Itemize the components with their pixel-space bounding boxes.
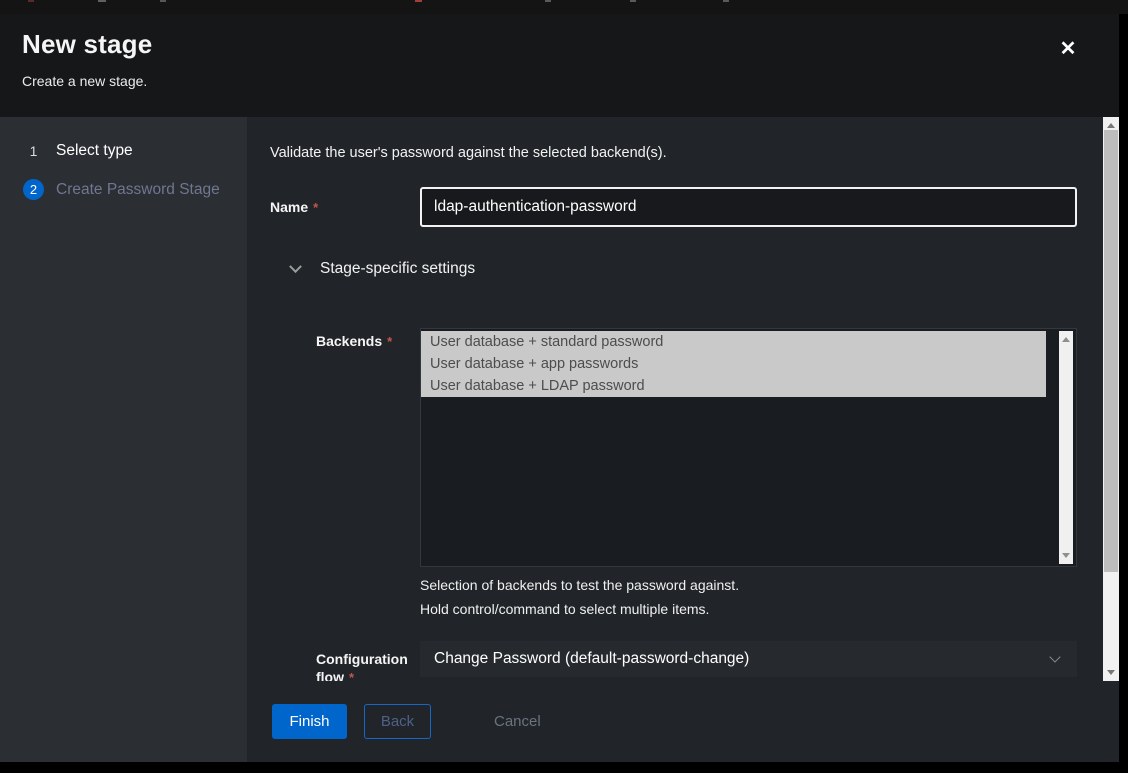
backdrop-page-edge	[0, 0, 1128, 14]
selected-flow-value: Change Password (default-password-change…	[434, 650, 749, 668]
backends-help-text: Selection of backends to test the passwo…	[420, 577, 1077, 593]
scroll-up-icon[interactable]	[1107, 123, 1115, 128]
page-title: New stage	[22, 29, 1097, 60]
backdrop-artifact	[723, 0, 729, 2]
name-label: Name	[270, 199, 308, 215]
close-icon[interactable]: ✕	[1055, 36, 1081, 62]
backdrop-artifact	[630, 0, 636, 2]
step-label: Create Password Stage	[56, 181, 220, 199]
step-label: Select type	[56, 142, 133, 160]
caret-down-icon	[1049, 651, 1060, 662]
backends-label-box: Backends *	[316, 328, 420, 567]
name-form-row: Name *	[270, 187, 1077, 228]
name-input[interactable]	[420, 187, 1077, 227]
scrollbar-thumb[interactable]	[1104, 130, 1118, 572]
stage-description: Validate the user's password against the…	[270, 145, 1077, 161]
back-button[interactable]: Back	[364, 704, 431, 739]
backdrop-artifact	[28, 0, 34, 2]
backends-form-row: Backends * User database + standard passw…	[316, 328, 1077, 567]
modal-body: 1 Select type 2 Create Password Stage Va…	[0, 117, 1119, 762]
wizard-main-panel: Validate the user's password against the…	[247, 117, 1119, 762]
required-asterisk: *	[349, 670, 354, 681]
backdrop-artifact	[98, 0, 106, 2]
backend-option-selected[interactable]: User database + LDAP password	[421, 375, 1046, 397]
listbox-scrollbar[interactable]	[1059, 331, 1073, 564]
cancel-link[interactable]: Cancel	[494, 713, 541, 730]
backends-help-text: Hold control/command to select multiple …	[420, 601, 1077, 617]
wizard-sidebar: 1 Select type 2 Create Password Stage	[0, 117, 247, 762]
finish-button[interactable]: Finish	[272, 704, 347, 739]
backend-option-selected[interactable]: User database + standard password	[421, 331, 1046, 353]
backend-option-selected[interactable]: User database + app passwords	[421, 353, 1046, 375]
new-stage-modal: New stage Create a new stage. ✕ 1 Select…	[0, 14, 1119, 762]
name-label-box: Name *	[270, 187, 420, 228]
backdrop-artifact	[160, 0, 166, 2]
backends-label: Backends	[316, 333, 382, 349]
backdrop-artifact	[415, 0, 422, 2]
form-scroll-area: Validate the user's password against the…	[247, 117, 1103, 681]
chevron-down-icon	[289, 260, 302, 273]
configuration-flow-label: Configuration flow	[316, 651, 408, 681]
step-number: 1	[23, 140, 44, 161]
scroll-down-icon[interactable]	[1062, 553, 1070, 558]
vertical-scrollbar[interactable]	[1103, 117, 1119, 681]
configuration-flow-form-row: Configuration flow* Change Password (def…	[316, 641, 1077, 681]
required-asterisk: *	[313, 200, 318, 215]
configuration-flow-select[interactable]: Change Password (default-password-change…	[420, 641, 1077, 677]
expander-label: Stage-specific settings	[320, 260, 475, 278]
configuration-flow-label-box: Configuration flow*	[316, 641, 420, 681]
modal-subtitle: Create a new stage.	[22, 73, 1097, 89]
required-asterisk: *	[387, 334, 392, 349]
scroll-up-icon[interactable]	[1062, 337, 1070, 342]
scroll-down-icon[interactable]	[1107, 670, 1115, 675]
stage-specific-settings-expander[interactable]: Stage-specific settings	[291, 260, 1103, 278]
backends-multiselect[interactable]: User database + standard password User d…	[420, 328, 1077, 567]
step-number-badge: 2	[23, 179, 44, 200]
backdrop-artifact	[545, 0, 551, 2]
wizard-step-select-type[interactable]: 1 Select type	[0, 131, 247, 170]
modal-header: New stage Create a new stage. ✕	[0, 14, 1119, 117]
wizard-footer: Finish Back Cancel	[247, 681, 1119, 762]
wizard-step-create-password-stage[interactable]: 2 Create Password Stage	[0, 170, 247, 209]
